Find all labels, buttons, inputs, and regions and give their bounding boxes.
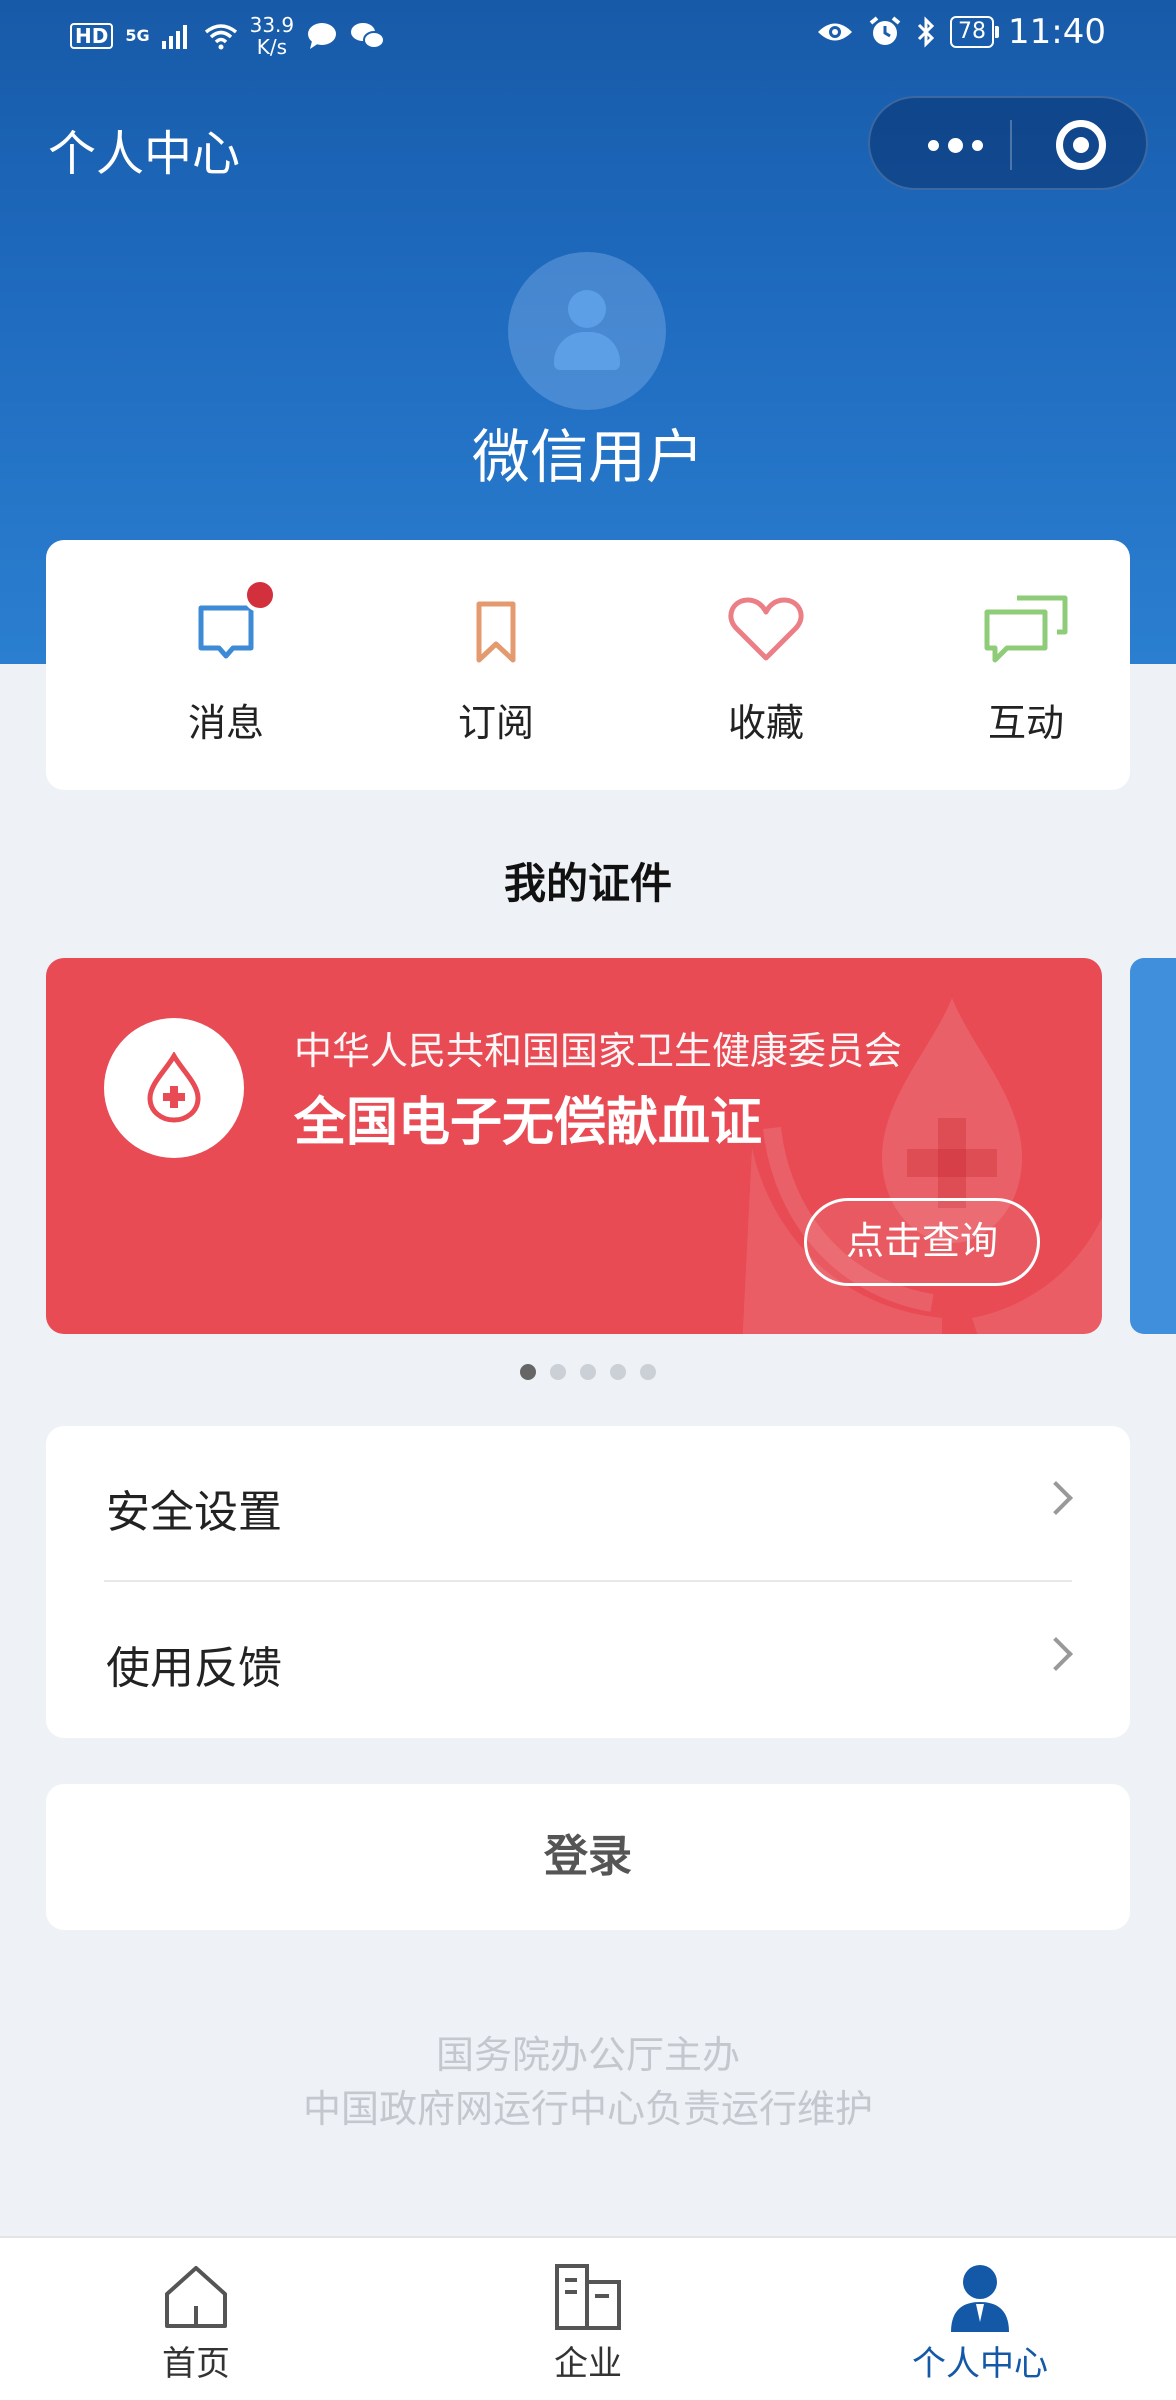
tab-personal-center[interactable]: 个人中心 xyxy=(784,2238,1176,2400)
carousel-dot-active[interactable] xyxy=(520,1364,536,1380)
tab-label: 首页 xyxy=(162,2344,230,2384)
chevron-right-icon xyxy=(1039,1637,1073,1671)
battery-level: 78 xyxy=(950,16,1000,48)
quick-action-messages[interactable]: 消息 xyxy=(136,578,316,760)
menu-item-security-settings[interactable]: 安全设置 xyxy=(46,1426,1130,1580)
eye-icon xyxy=(818,23,853,41)
close-miniprogram-icon[interactable] xyxy=(1056,120,1106,170)
settings-menu-card: 安全设置 使用反馈 xyxy=(46,1426,1130,1738)
blood-donation-certificate-card[interactable]: 中华人民共和国国家卫生健康委员会 全国电子无偿献血证 点击查询 xyxy=(46,958,1102,1334)
carousel-indicator xyxy=(0,1364,1176,1380)
avatar-body xyxy=(554,332,620,370)
username: 微信用户 xyxy=(471,423,704,491)
unread-badge xyxy=(243,578,277,612)
menu-item-label: 使用反馈 xyxy=(106,1643,282,1694)
quick-action-label: 订阅 xyxy=(457,701,534,745)
signal-icon xyxy=(161,25,187,49)
quick-action-label: 收藏 xyxy=(727,701,804,745)
avatar-head xyxy=(568,290,606,328)
tab-enterprise[interactable]: 企业 xyxy=(392,2238,784,2400)
alarm-icon xyxy=(869,16,901,45)
footer-sponsor: 国务院办公厅主办 xyxy=(435,2033,740,2077)
chat-notification-icon xyxy=(308,23,337,49)
footer: 国务院办公厅主办 中国政府网运行中心负责运行维护 xyxy=(0,2028,1176,2136)
wechat-icon xyxy=(351,23,386,49)
section-title-certificates: 我的证件 xyxy=(503,859,672,908)
next-certificate-card-peek[interactable] xyxy=(1130,958,1176,1334)
person-icon xyxy=(945,2262,1015,2332)
quick-action-subscriptions[interactable]: 订阅 xyxy=(406,590,586,760)
quick-action-label: 消息 xyxy=(187,701,264,745)
carousel-dot[interactable] xyxy=(640,1364,656,1380)
footer-operator: 中国政府网运行中心负责运行维护 xyxy=(302,2087,873,2131)
query-button[interactable]: 点击查询 xyxy=(804,1198,1040,1286)
avatar[interactable] xyxy=(508,252,666,410)
carousel-dot[interactable] xyxy=(610,1364,626,1380)
menu-item-label: 安全设置 xyxy=(106,1487,282,1538)
speed-unit: K/s xyxy=(256,35,288,59)
login-button[interactable]: 登录 xyxy=(46,1784,1130,1930)
tab-home[interactable]: 首页 xyxy=(0,2238,392,2400)
speed-value: 33.9 xyxy=(249,13,295,37)
more-options-icon[interactable] xyxy=(910,126,1000,164)
blood-drop-icon xyxy=(104,1018,244,1158)
tab-label: 企业 xyxy=(554,2344,622,2384)
clock: 11:40 xyxy=(1008,12,1106,52)
menu-item-feedback[interactable]: 使用反馈 xyxy=(46,1582,1130,1736)
network-type: 5G xyxy=(125,26,150,45)
certificate-name: 全国电子无偿献血证 xyxy=(294,1093,763,1153)
chevron-right-icon xyxy=(1039,1481,1073,1515)
bookmark-icon xyxy=(451,590,541,670)
bottom-tab-bar: 首页 企业 个人中心 xyxy=(0,2236,1176,2400)
quick-action-label: 互动 xyxy=(987,701,1064,745)
miniprogram-capsule xyxy=(868,96,1148,190)
network-speed: 33.9 K/s xyxy=(250,14,295,58)
bluetooth-icon xyxy=(917,16,935,48)
hd-indicator: HD xyxy=(70,23,114,49)
carousel-dot[interactable] xyxy=(550,1364,566,1380)
capsule-divider xyxy=(1010,120,1012,170)
building-icon xyxy=(553,2262,623,2332)
quick-actions-card: 消息 订阅 收藏 互动 xyxy=(46,540,1130,790)
heart-icon xyxy=(721,590,811,670)
message-icon xyxy=(181,578,277,670)
status-bar: HD 5G 33.9 K/s 78 11:40 xyxy=(0,0,1176,72)
page-title: 个人中心 xyxy=(48,126,241,182)
carousel-dot[interactable] xyxy=(580,1364,596,1380)
tab-label: 个人中心 xyxy=(912,2344,1048,2384)
quick-action-favorites[interactable]: 收藏 xyxy=(676,590,856,760)
chat-bubbles-icon xyxy=(981,590,1071,670)
home-icon xyxy=(161,2262,231,2332)
certificate-issuer: 中华人民共和国国家卫生健康委员会 xyxy=(294,1029,903,1073)
quick-action-interactions[interactable]: 互动 xyxy=(936,590,1116,760)
wifi-icon xyxy=(204,24,237,50)
